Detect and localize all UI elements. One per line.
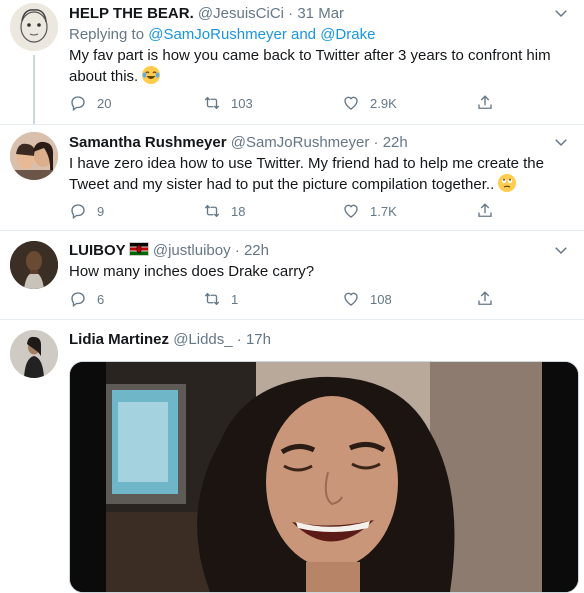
and-text[interactable]: and [291, 26, 316, 43]
chevron-down-icon[interactable] [552, 4, 570, 22]
eye-roll-emoji-icon [498, 174, 517, 192]
separator-dot: · [236, 331, 242, 348]
reply-count: 20 [97, 95, 112, 111]
display-name[interactable]: Lidia Martinez [69, 331, 169, 348]
couple-photo-avatar-icon [10, 132, 58, 180]
user-handle[interactable]: @JesuisCiCi [198, 5, 284, 22]
person-photo-avatar-icon [10, 241, 58, 289]
woman-laughing-image [70, 362, 578, 592]
tweet-text: My fav part is how you came back to Twit… [69, 46, 565, 87]
avatar[interactable] [10, 330, 58, 378]
like-button[interactable]: 1.7K [342, 202, 397, 220]
separator-dot: · [234, 242, 240, 259]
share-icon [478, 291, 492, 305]
user-handle[interactable]: @justluiboy [153, 242, 231, 259]
tweet-actions: 6 1 108 [69, 290, 509, 310]
tweet-header: Samantha Rushmeyer @SamJoRushmeyer · 22h [69, 133, 408, 153]
user-handle[interactable]: @Lidds_ [173, 331, 232, 348]
mention-link[interactable]: @Drake [320, 26, 375, 43]
avatar[interactable] [10, 132, 58, 180]
separator-dot: · [288, 5, 294, 22]
chevron-down-icon[interactable] [552, 241, 570, 259]
timestamp[interactable]: 22h [383, 134, 408, 151]
tweet-text: How many inches does Drake carry? [69, 262, 565, 282]
tweet-2[interactable]: Samantha Rushmeyer @SamJoRushmeyer · 22h… [0, 125, 584, 231]
display-name[interactable]: LUIBOY [69, 242, 126, 259]
like-count: 2.9K [370, 95, 397, 111]
tweet-header: HELP THE BEAR. @JesuisCiCi · 31 Mar [69, 4, 344, 24]
heart-icon [344, 96, 358, 110]
like-count: 1.7K [370, 203, 397, 219]
mention-link[interactable]: @SamJoRushmeyer [148, 26, 287, 43]
retweet-count: 18 [231, 203, 246, 219]
retweet-count: 103 [231, 95, 253, 111]
separator-dot: · [373, 134, 379, 151]
heart-icon [344, 292, 358, 306]
timestamp[interactable]: 17h [246, 331, 271, 348]
display-name[interactable]: HELP THE BEAR. [69, 5, 194, 22]
tweet-actions: 9 18 1.7K [69, 202, 509, 222]
avatar[interactable] [10, 3, 58, 51]
retweet-count: 1 [231, 291, 239, 307]
replying-to-label: Replying to [69, 26, 145, 43]
share-icon [478, 203, 492, 217]
chevron-down-icon[interactable] [552, 133, 570, 151]
like-count: 108 [370, 291, 392, 307]
tweet-actions: 20 103 2.9K [69, 94, 509, 114]
reply-icon [71, 96, 85, 112]
tweet-text-content: My fav part is how you came back to Twit… [69, 47, 551, 85]
sketch-face-avatar-icon [10, 3, 58, 51]
thread-line [33, 55, 35, 125]
retweet-button[interactable]: 18 [203, 202, 245, 220]
timestamp[interactable]: 22h [244, 242, 269, 259]
kenya-flag-icon [128, 242, 149, 256]
like-button[interactable]: 108 [342, 290, 392, 308]
share-button[interactable] [476, 290, 504, 308]
retweet-icon [204, 96, 220, 110]
timestamp[interactable]: 31 Mar [297, 5, 344, 22]
retweet-icon [204, 204, 220, 218]
tweet-header: LUIBOY @justluiboy · 22h [69, 241, 269, 261]
like-button[interactable]: 2.9K [342, 94, 397, 112]
user-handle[interactable]: @SamJoRushmeyer [231, 134, 370, 151]
reply-count: 6 [97, 291, 105, 307]
tweet-text-content: I have zero idea how to use Twitter. My … [69, 155, 544, 193]
reply-count: 9 [97, 203, 105, 219]
tweet-header: Lidia Martinez @Lidds_ · 17h [69, 330, 271, 350]
reply-button[interactable]: 20 [69, 94, 111, 112]
share-icon [478, 95, 492, 109]
replying-to: Replying to @SamJoRushmeyer and @Drake [69, 25, 375, 45]
retweet-icon [204, 292, 220, 306]
tweet-text-content: How many inches does Drake carry? [69, 263, 315, 280]
reply-button[interactable]: 6 [69, 290, 104, 308]
display-name[interactable]: Samantha Rushmeyer [69, 134, 227, 151]
heart-icon [344, 204, 358, 218]
tweet-3[interactable]: LUIBOY @justluiboy · 22h How many inches… [0, 231, 584, 320]
share-button[interactable] [476, 202, 504, 220]
reply-icon [71, 292, 85, 308]
reply-icon [71, 204, 85, 220]
person-photo-avatar-icon [10, 330, 58, 378]
avatar[interactable] [10, 241, 58, 289]
share-button[interactable] [476, 94, 504, 112]
tweet-1[interactable]: HELP THE BEAR. @JesuisCiCi · 31 Mar Repl… [0, 0, 584, 125]
tears-of-joy-emoji-icon [142, 66, 161, 84]
reply-button[interactable]: 9 [69, 202, 104, 220]
tweet-media-image[interactable] [69, 361, 579, 593]
retweet-button[interactable]: 103 [203, 94, 253, 112]
retweet-button[interactable]: 1 [203, 290, 238, 308]
tweet-text: I have zero idea how to use Twitter. My … [69, 154, 565, 195]
